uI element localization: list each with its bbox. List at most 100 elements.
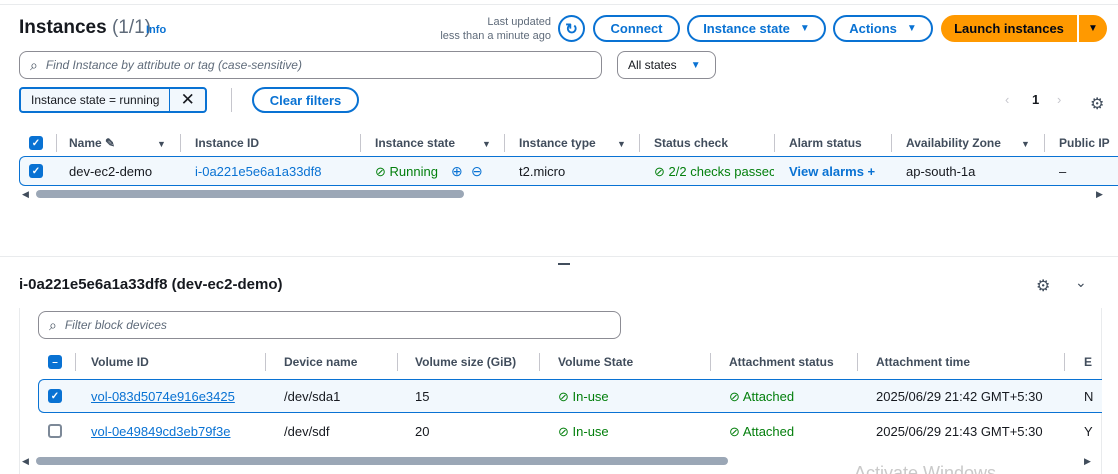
attachment-time: 2025/06/29 21:43 GMT+5:30 — [876, 424, 1043, 439]
status-label: 2/2 checks passec — [668, 164, 774, 179]
header-extra[interactable]: E — [1084, 355, 1092, 369]
scroll-right-icon[interactable]: ▶ — [1096, 189, 1103, 200]
instance-state-running: ⊘ Running — [375, 164, 438, 180]
search-icon: ⌕ — [30, 56, 38, 73]
view-alarms-label: View alarms — [789, 164, 864, 179]
scroll-left-icon[interactable]: ◀ — [22, 189, 29, 200]
caret-down-icon: ▼ — [799, 23, 810, 34]
header-status-check[interactable]: Status check — [654, 136, 728, 150]
sort-icon[interactable]: ▼ — [617, 139, 626, 149]
page-number[interactable]: 1 — [1032, 92, 1039, 107]
scroll-right-icon[interactable]: ▶ — [1084, 456, 1091, 467]
filter-placeholder: Filter block devices — [64, 318, 167, 332]
sort-icon[interactable]: ▼ — [157, 139, 166, 149]
sort-icon[interactable]: ▼ — [1021, 139, 1030, 149]
gear-icon[interactable]: ⚙ — [1036, 276, 1050, 296]
check-circle-icon: ⊘ — [729, 424, 740, 439]
column-separator — [504, 134, 505, 152]
gear-icon[interactable]: ⚙ — [1090, 94, 1104, 114]
check-circle-icon: ⊘ — [654, 164, 665, 179]
caret-down-icon: ▼ — [690, 59, 701, 71]
horizontal-scrollbar[interactable] — [36, 457, 728, 465]
row-checkbox[interactable]: ✓ — [48, 389, 62, 403]
instance-id-link[interactable]: i-0a221e5e6a1a33df8 — [195, 164, 322, 179]
extra-cell: Y — [1084, 424, 1093, 439]
header-public-ip[interactable]: Public IP — [1059, 136, 1110, 150]
volume-id-link[interactable]: vol-0e49849cd3eb79f3e — [91, 424, 231, 439]
collapse-icon[interactable]: ⌄ — [1075, 274, 1087, 291]
last-updated: Last updated less than a minute ago — [411, 15, 551, 43]
zoom-in-icon[interactable]: ⊕ — [451, 163, 463, 180]
search-icon: ⌕ — [49, 316, 57, 333]
top-border — [0, 4, 1118, 5]
column-separator — [1044, 134, 1045, 152]
select-all-volumes-checkbox[interactable]: – — [48, 355, 62, 369]
attachment-time: 2025/06/29 21:42 GMT+5:30 — [876, 389, 1043, 404]
refresh-button[interactable]: ↻ — [558, 15, 585, 42]
header-device-name[interactable]: Device name — [284, 355, 357, 369]
header-name[interactable]: Name ✎ — [69, 136, 115, 150]
row-checkbox[interactable] — [48, 424, 62, 438]
header-volume-size[interactable]: Volume size (GiB) — [415, 355, 516, 369]
header-instance-type[interactable]: Instance type — [519, 136, 596, 150]
actions-button[interactable]: Actions ▼ — [833, 15, 933, 42]
attachment-status: ⊘ Attached — [729, 424, 794, 440]
block-device-filter-input[interactable]: ⌕ Filter block devices — [38, 311, 621, 339]
filter-token: Instance state = running ✕ — [19, 87, 207, 113]
info-link[interactable]: Info — [146, 24, 166, 36]
column-separator — [1064, 353, 1065, 371]
last-updated-label: Last updated — [487, 16, 551, 28]
column-separator — [891, 134, 892, 152]
header-attachment-status[interactable]: Attachment status — [729, 355, 834, 369]
header-attachment-time[interactable]: Attachment time — [876, 355, 970, 369]
header-instance-state[interactable]: Instance state — [375, 136, 455, 150]
horizontal-scrollbar[interactable] — [36, 190, 464, 198]
header-volume-id[interactable]: Volume ID — [91, 355, 149, 369]
detail-title: i-0a221e5e6a1a33df8 (dev-ec2-demo) — [19, 276, 283, 293]
clear-filters-button[interactable]: Clear filters — [252, 87, 359, 113]
separator — [231, 88, 232, 112]
launch-dropdown-button[interactable]: ▼ — [1079, 15, 1107, 42]
volume-state-label: In-use — [572, 424, 609, 439]
connect-button[interactable]: Connect — [593, 15, 680, 42]
volume-size: 20 — [415, 424, 430, 439]
zoom-out-icon[interactable]: ⊖ — [471, 163, 483, 180]
device-name: /dev/sda1 — [284, 389, 341, 404]
remove-token-icon[interactable]: ✕ — [170, 90, 205, 110]
actions-label: Actions — [849, 21, 897, 36]
header-alarm-status[interactable]: Alarm status — [789, 136, 862, 150]
header-volume-state[interactable]: Volume State — [558, 355, 633, 369]
instance-state-button[interactable]: Instance state ▼ — [687, 15, 826, 42]
status-check: ⊘ 2/2 checks passec — [654, 164, 774, 180]
state-label: Running — [389, 164, 438, 179]
prev-page-icon[interactable]: ‹ — [1005, 92, 1009, 107]
header-instance-id[interactable]: Instance ID — [195, 136, 259, 150]
instance-search-input[interactable]: ⌕ Find Instance by attribute or tag (cas… — [19, 51, 602, 79]
launch-label: Launch instances — [954, 21, 1064, 36]
state-filter-select[interactable]: All states ▼ — [617, 51, 716, 79]
attachment-label: Attached — [742, 424, 795, 439]
scroll-left-icon[interactable]: ◀ — [22, 456, 29, 467]
column-separator — [56, 134, 57, 152]
volume-state: ⊘ In-use — [558, 424, 609, 440]
view-alarms-link[interactable]: View alarms + — [789, 164, 875, 179]
volume-state: ⊘ In-use — [558, 389, 609, 405]
clear-filters-label: Clear filters — [269, 92, 342, 108]
launch-instances-button[interactable]: Launch instances — [941, 15, 1077, 42]
select-all-checkbox[interactable]: ✓ — [29, 136, 43, 150]
check-circle-icon: ⊘ — [375, 164, 386, 179]
volume-id-link[interactable]: vol-083d5074e916e3425 — [91, 389, 235, 404]
next-page-icon[interactable]: › — [1057, 92, 1061, 107]
volume-state-label: In-use — [572, 389, 609, 404]
header-availability-zone[interactable]: Availability Zone — [906, 136, 1001, 150]
column-separator — [360, 134, 361, 152]
column-separator — [75, 353, 76, 371]
sort-icon[interactable]: ▼ — [482, 139, 491, 149]
resize-handle[interactable] — [558, 263, 570, 265]
attachment-status: ⊘ Attached — [729, 389, 794, 405]
title-text: Instances — [19, 17, 107, 38]
column-separator — [265, 353, 266, 371]
row-checkbox[interactable]: ✓ — [29, 164, 43, 178]
instance-name: dev-ec2-demo — [69, 164, 153, 179]
column-separator — [639, 134, 640, 152]
